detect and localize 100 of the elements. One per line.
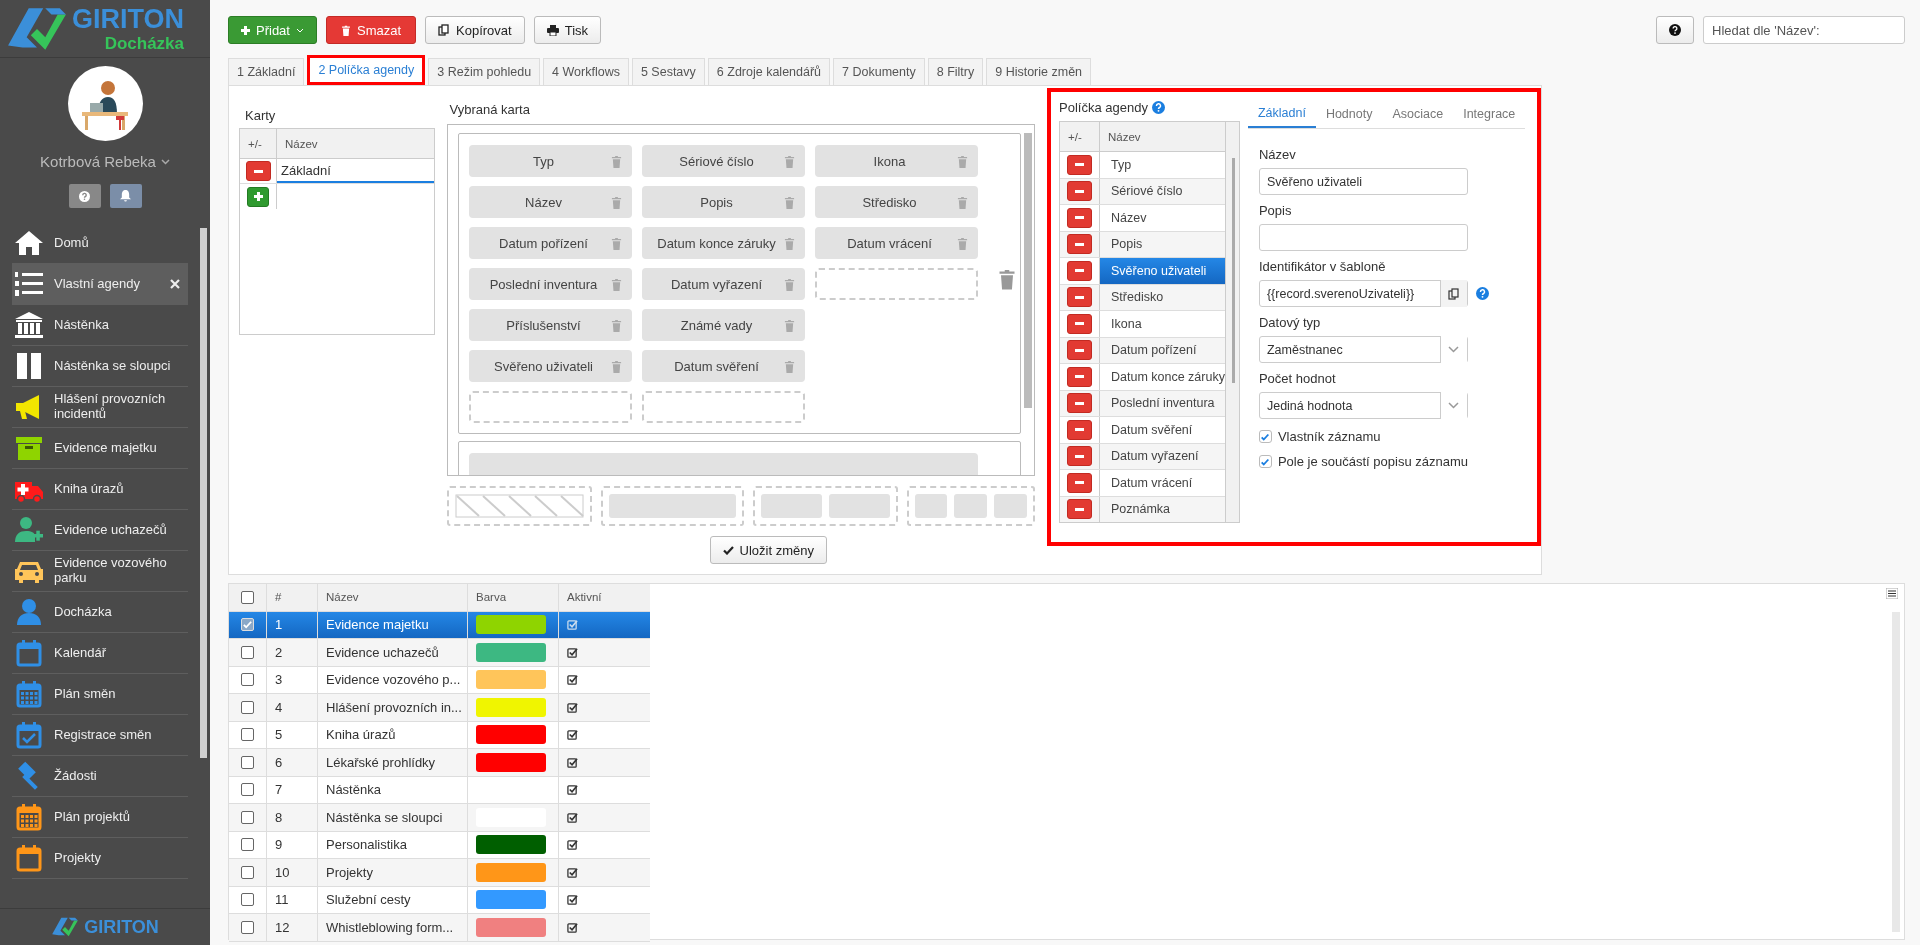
- remove-button[interactable]: [1067, 446, 1092, 467]
- input-field[interactable]: Svěřeno uživateli: [1258, 168, 1468, 195]
- nav-item[interactable]: Evidence majetku: [12, 428, 188, 469]
- field-chip[interactable]: Datum svěření: [641, 350, 805, 382]
- field-chip[interactable]: Datum vyřazení: [641, 268, 805, 300]
- remove-button[interactable]: [1067, 419, 1092, 440]
- remove-button[interactable]: [1067, 287, 1092, 308]
- remove-button[interactable]: [1067, 260, 1092, 281]
- remove-button[interactable]: [1067, 472, 1092, 493]
- select-field[interactable]: Zaměstnanec: [1258, 336, 1468, 363]
- remove-button[interactable]: [245, 161, 271, 181]
- scrollbar[interactable]: [200, 228, 207, 758]
- tab[interactable]: 2 Políčka agendy: [307, 55, 426, 85]
- column-header[interactable]: Barva: [468, 584, 559, 611]
- field-chip[interactable]: Příslušenství: [468, 309, 632, 341]
- field-name-cell[interactable]: Datum konce záruky: [1100, 364, 1225, 390]
- close-icon[interactable]: [170, 279, 180, 289]
- select-field[interactable]: Jediná hodnota: [1258, 392, 1468, 419]
- remove-button[interactable]: [1067, 340, 1092, 361]
- field-chip[interactable]: Středisko: [814, 186, 978, 218]
- checkbox[interactable]: [241, 590, 254, 604]
- nav-item[interactable]: Hlášení provozních incidentů: [12, 387, 188, 428]
- nav-item[interactable]: Plán směn: [12, 674, 188, 715]
- checkbox[interactable]: [241, 810, 254, 824]
- nav-item[interactable]: Plán projektů: [12, 797, 188, 838]
- nav-item[interactable]: Vlastní agendy: [12, 264, 188, 305]
- remove-button[interactable]: [1067, 366, 1092, 387]
- field-name-cell[interactable]: Typ: [1100, 152, 1225, 178]
- field-name-cell[interactable]: Datum svěření: [1100, 417, 1225, 443]
- caret-icon[interactable]: [160, 158, 170, 165]
- checkbox[interactable]: [241, 673, 254, 687]
- checkbox[interactable]: [241, 645, 254, 659]
- help-icon[interactable]: [1151, 101, 1165, 114]
- tab[interactable]: Základní: [1247, 100, 1316, 128]
- field-chip[interactable]: Datum vrácení: [814, 227, 978, 259]
- checkbox[interactable]: [241, 755, 254, 769]
- help-button[interactable]: [1656, 16, 1694, 44]
- field-chip[interactable]: Známé vady: [641, 309, 805, 341]
- tab[interactable]: 3 Režim pohledu: [428, 58, 541, 85]
- checkbox[interactable]: [241, 838, 254, 852]
- nav-item[interactable]: Projekty: [12, 838, 188, 879]
- tab[interactable]: 8 Filtry: [927, 58, 984, 85]
- column-header[interactable]: Název: [318, 584, 468, 611]
- tab[interactable]: 5 Sestavy: [631, 58, 705, 85]
- checkbox[interactable]: [241, 783, 254, 797]
- copy-button[interactable]: Kopírovat: [425, 16, 525, 44]
- column-header[interactable]: #: [267, 584, 318, 611]
- nav-item[interactable]: Registrace směn: [12, 715, 188, 756]
- chevron-icon[interactable]: [1448, 402, 1460, 409]
- remove-button[interactable]: [1067, 393, 1092, 414]
- nav-item[interactable]: Nástěnka se sloupci: [12, 346, 188, 387]
- tab[interactable]: Integrace: [1453, 100, 1526, 128]
- checkbox[interactable]: [241, 893, 254, 907]
- column-header[interactable]: Aktivní: [559, 584, 650, 611]
- save-button[interactable]: Uložit změny: [709, 536, 827, 564]
- field-chip[interactable]: Datum pořízení: [468, 227, 632, 259]
- add-button[interactable]: Přidat: [228, 16, 317, 44]
- field-name-cell[interactable]: Název: [1100, 205, 1225, 231]
- remove-button[interactable]: [1067, 234, 1092, 255]
- tab[interactable]: 6 Zdroje kalendářů: [707, 58, 831, 85]
- scrollbar[interactable]: [1024, 133, 1032, 408]
- help-button[interactable]: [68, 184, 101, 208]
- notifications-button[interactable]: [109, 184, 142, 208]
- copy-button[interactable]: [1439, 280, 1467, 307]
- input-field[interactable]: {{record.sverenoUzivateli}}: [1258, 280, 1468, 307]
- field-chip[interactable]: Název: [468, 186, 632, 218]
- print-button[interactable]: Tisk: [533, 16, 602, 44]
- user-name[interactable]: Kotrbová Rebeka: [40, 153, 156, 170]
- help-icon[interactable]: [1475, 287, 1489, 300]
- tab[interactable]: 7 Dokumenty: [833, 58, 925, 85]
- tab[interactable]: Hodnoty: [1315, 100, 1383, 128]
- field-name-cell[interactable]: Svěřeno uživateli: [1100, 258, 1225, 284]
- search-field[interactable]: Hledat dle 'Název':: [1703, 16, 1905, 44]
- checkbox[interactable]: [1258, 455, 1272, 468]
- checkbox[interactable]: [241, 920, 254, 934]
- nav-item[interactable]: Žádosti: [12, 756, 188, 797]
- nav-item[interactable]: Evidence vozového parku: [12, 551, 188, 592]
- input-field[interactable]: [1258, 224, 1468, 251]
- tab[interactable]: 9 Historie změn: [986, 58, 1092, 85]
- field-chip[interactable]: Datum konce záruky: [641, 227, 805, 259]
- nav-item[interactable]: Evidence uchazečů: [12, 510, 188, 551]
- menu-icon[interactable]: [1886, 588, 1898, 599]
- scrollbar[interactable]: [1224, 122, 1239, 522]
- nav-item[interactable]: Nástěnka: [12, 305, 188, 346]
- checkbox[interactable]: [241, 700, 254, 714]
- add-button[interactable]: [247, 186, 269, 207]
- nav-item[interactable]: Kniha úrazů: [12, 469, 188, 510]
- field-name-cell[interactable]: Ikona: [1100, 311, 1225, 337]
- field-chip[interactable]: Ikona: [814, 145, 978, 177]
- remove-button[interactable]: [1067, 499, 1092, 520]
- tab[interactable]: Asociace: [1382, 100, 1454, 128]
- field-name-cell[interactable]: Datum vrácení: [1100, 470, 1225, 496]
- field-chip[interactable]: Popis: [641, 186, 805, 218]
- field-chip[interactable]: Sériové číslo: [641, 145, 805, 177]
- checkbox[interactable]: [241, 865, 254, 879]
- checkbox[interactable]: [241, 728, 254, 742]
- tab[interactable]: 1 Základní: [228, 58, 305, 85]
- checkbox[interactable]: [1258, 430, 1272, 443]
- remove-button[interactable]: [1067, 313, 1092, 334]
- tab[interactable]: 4 Workflows: [543, 58, 629, 85]
